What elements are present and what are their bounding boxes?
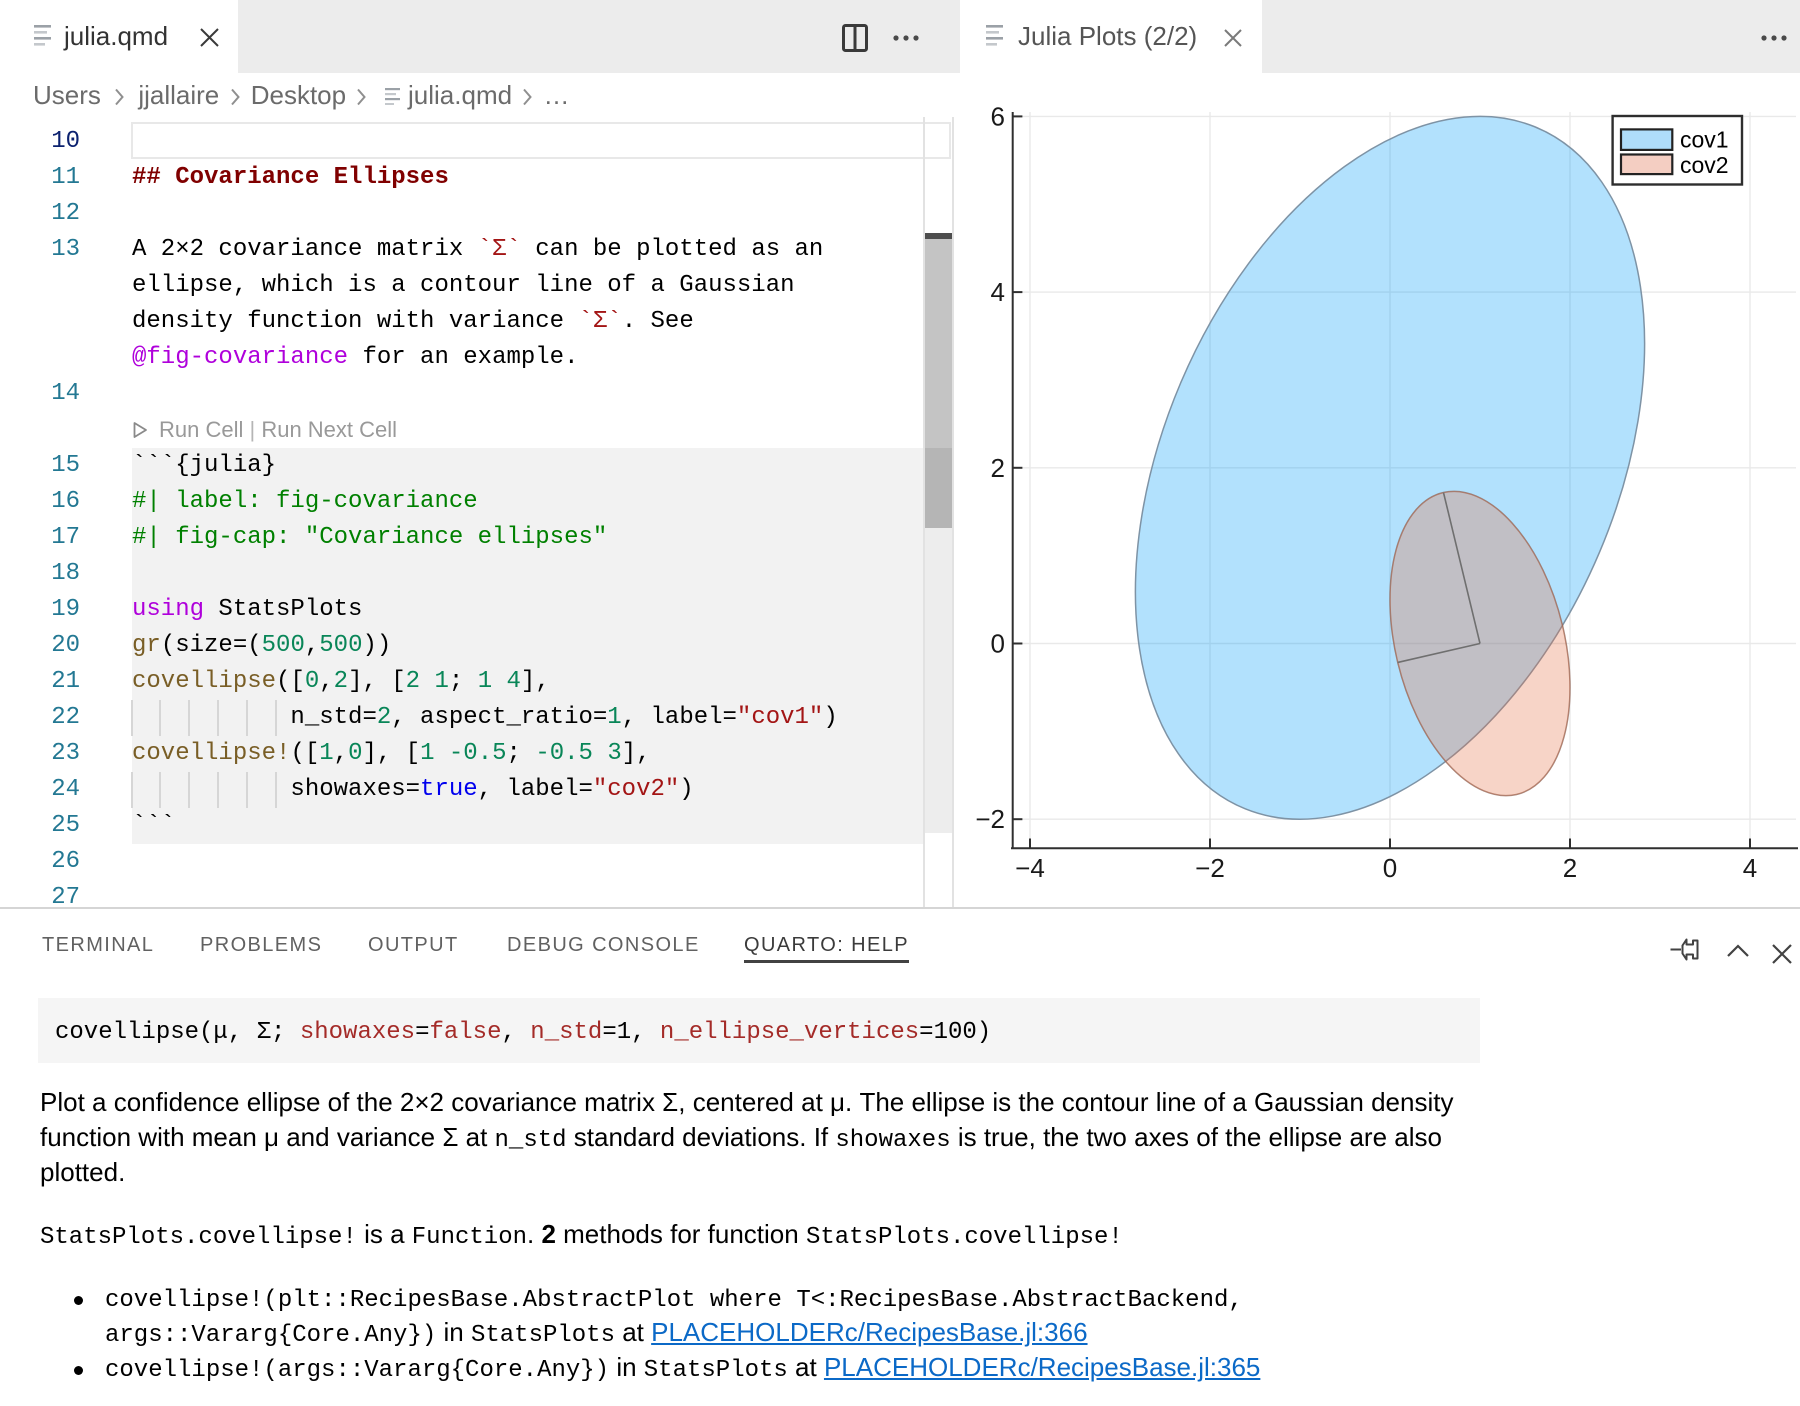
svg-text:−4: −4 [1015, 853, 1045, 883]
svg-text:4: 4 [991, 277, 1005, 307]
svg-text:2: 2 [991, 453, 1005, 483]
svg-text:0: 0 [991, 629, 1005, 659]
svg-text:cov2: cov2 [1680, 152, 1729, 178]
svg-text:cov1: cov1 [1680, 127, 1729, 153]
svg-text:−2: −2 [975, 804, 1005, 834]
svg-text:−2: −2 [1195, 853, 1225, 883]
svg-text:6: 6 [991, 101, 1005, 131]
svg-text:4: 4 [1743, 853, 1757, 883]
svg-text:2: 2 [1563, 853, 1577, 883]
svg-text:0: 0 [1383, 853, 1397, 883]
